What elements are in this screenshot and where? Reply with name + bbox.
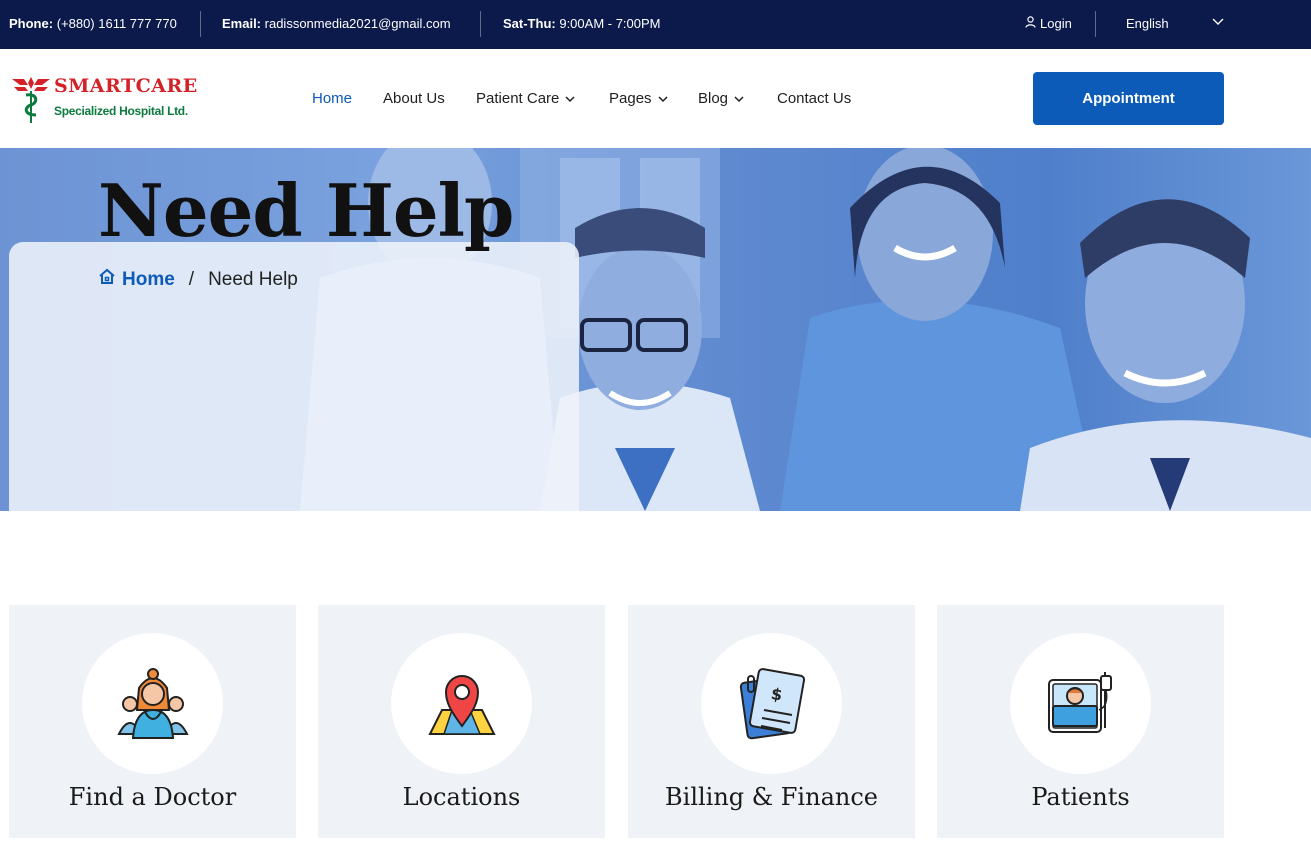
nav-pages[interactable]: Pages (609, 90, 668, 107)
email-label: Email: (222, 16, 262, 31)
language-select[interactable]: English (1126, 16, 1169, 31)
nav-contact-label: Contact Us (777, 90, 852, 107)
help-card-billing[interactable]: $ Billing & Finance (628, 605, 915, 838)
home-icon (98, 268, 116, 291)
doctor-icon (116, 667, 189, 739)
nav-blog-label: Blog (698, 90, 729, 107)
hours-value: 9:00AM - 7:00PM (559, 16, 661, 31)
card-label: Find a Doctor (68, 783, 237, 811)
nav-about-us[interactable]: About Us (383, 90, 445, 107)
nav-blog[interactable]: Blog (698, 90, 744, 107)
card-icon-circle (82, 633, 223, 774)
user-icon (1025, 16, 1036, 31)
site-logo[interactable]: SMARTCARE Specialized Hospital Ltd. (10, 73, 197, 127)
nav-pages-label: Pages (609, 90, 652, 107)
help-card-find-doctor[interactable]: Find a Doctor (9, 605, 296, 838)
breadcrumb-current: Need Help (208, 268, 298, 290)
divider (480, 11, 481, 37)
hours-label: Sat-Thu: (503, 16, 556, 31)
logo-emblem-icon (12, 77, 50, 123)
breadcrumb-home-label: Home (122, 268, 175, 290)
card-icon-circle: $ (701, 633, 842, 774)
logo-subtitle: Specialized Hospital Ltd. (54, 104, 188, 118)
chevron-down-icon[interactable] (1212, 14, 1224, 31)
card-label: Patients (1031, 783, 1130, 811)
chevron-down-icon (734, 90, 744, 107)
location-pin-icon (427, 674, 496, 735)
nav-patient-care-label: Patient Care (476, 90, 560, 107)
divider (200, 11, 201, 37)
nav-home[interactable]: Home (312, 90, 352, 107)
chevron-down-icon (658, 90, 668, 107)
billing-document-icon: $ (739, 667, 805, 739)
phone-value: (+880) 1611 777 770 (56, 16, 177, 31)
logo-brand-text: SMARTCARE (54, 75, 198, 97)
hours-info: Sat-Thu: 9:00AM - 7:00PM (503, 16, 661, 31)
phone-info[interactable]: Phone: (+880) 1611 777 770 (9, 16, 177, 31)
appointment-button[interactable]: Appointment (1033, 72, 1224, 125)
nav-home-label: Home (312, 90, 353, 107)
breadcrumb-home-link[interactable]: Home (98, 268, 175, 291)
top-info-bar: Phone: (+880) 1611 777 770 Email: radiss… (0, 0, 1311, 49)
card-label: Billing & Finance (665, 783, 878, 811)
nav-patient-care[interactable]: Patient Care (476, 90, 575, 107)
breadcrumb: Home / Need Help (98, 268, 298, 291)
card-icon-circle (391, 633, 532, 774)
email-info[interactable]: Email: radissonmedia2021@gmail.com (222, 16, 451, 31)
login-label: Login (1040, 16, 1072, 31)
chevron-down-icon (565, 90, 575, 107)
card-label: Locations (402, 783, 521, 811)
login-link[interactable]: Login (1025, 16, 1072, 31)
email-value: radissonmedia2021@gmail.com (264, 16, 451, 31)
breadcrumb-separator: / (188, 268, 195, 290)
main-header: SMARTCARE Specialized Hospital Ltd. Home… (0, 49, 1311, 148)
divider (1095, 11, 1096, 37)
nav-contact-us[interactable]: Contact Us (777, 90, 851, 107)
page-title: Need Help (98, 168, 514, 253)
help-card-patients[interactable]: Patients (937, 605, 1224, 838)
help-card-locations[interactable]: Locations (318, 605, 605, 838)
card-icon-circle (1010, 633, 1151, 774)
nav-about-label: About Us (383, 90, 445, 107)
patient-bed-icon (1047, 671, 1112, 733)
phone-label: Phone: (9, 16, 54, 31)
